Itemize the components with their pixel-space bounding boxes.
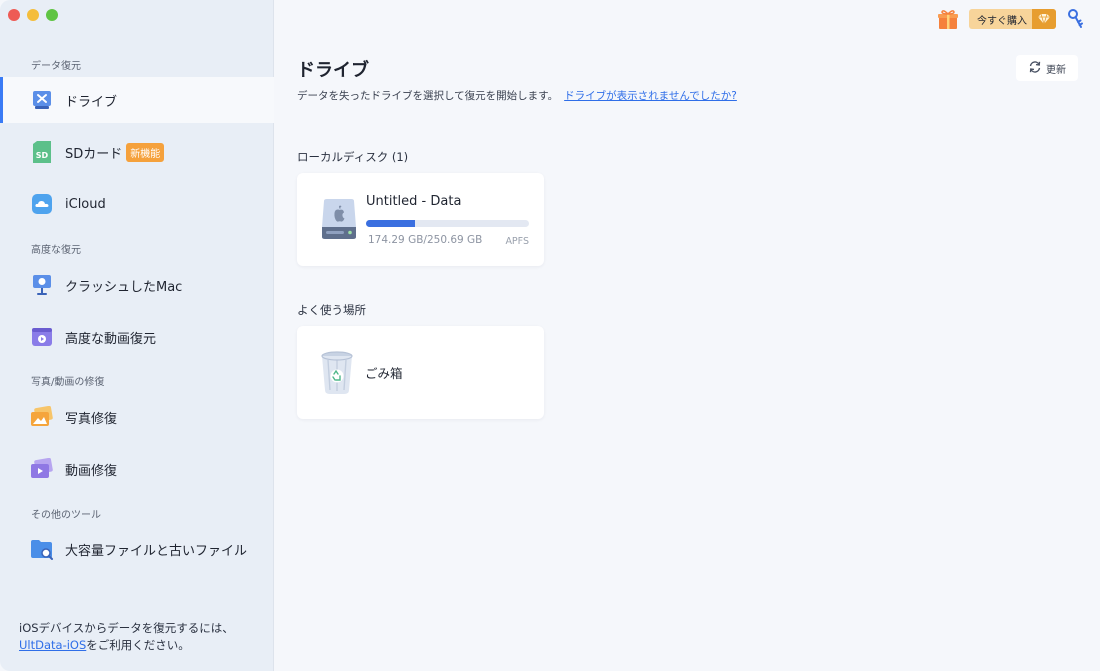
disk-size: 174.29 GB/250.69 GB: [368, 234, 483, 246]
refresh-label: 更新: [1046, 64, 1066, 76]
sidebar-item-photo-repair[interactable]: 写真修復: [0, 394, 274, 440]
section-title-repair: 写真/動画の修復: [31, 377, 105, 388]
disk-usage-bar: [366, 220, 529, 227]
sidebar-item-label: 大容量ファイルと古いファイル: [65, 543, 248, 559]
refresh-button[interactable]: 更新: [1016, 55, 1078, 81]
video-repair-icon: [30, 457, 54, 481]
section-title-other-tools: その他のツール: [31, 510, 101, 521]
ultdata-ios-link[interactable]: UltData-iOS: [19, 638, 86, 652]
sidebar-item-label: 写真修復: [65, 411, 118, 427]
sidebar-item-label: クラッシュしたMac: [65, 279, 183, 295]
footer-text-suffix: をご利用ください。: [86, 638, 190, 652]
drive-icon: [30, 88, 54, 112]
window-controls: [8, 9, 58, 21]
crashed-mac-icon: [30, 273, 54, 297]
sidebar-item-drive[interactable]: ドライブ: [0, 77, 274, 123]
disk-name: Untitled - Data: [366, 194, 462, 209]
video-recovery-icon: [30, 325, 54, 349]
refresh-icon: [1028, 60, 1042, 77]
sidebar: データ復元 ドライブ SD SDカード 新機能 iCloud 高度な復元 クラッ…: [0, 0, 274, 671]
local-disk-heading: ローカルディスク (1): [297, 150, 409, 164]
section-title-data-recovery: データ復元: [31, 61, 81, 72]
photo-repair-icon: [30, 405, 54, 429]
large-files-icon: [30, 537, 54, 561]
disk-filesystem: APFS: [505, 236, 529, 247]
trash-card[interactable]: ごみ箱: [297, 326, 544, 419]
footer-text: iOSデバイスからデータを復元するには、: [19, 621, 234, 635]
header-actions: 今すぐ購入: [937, 8, 1086, 30]
sidebar-item-crashed-mac[interactable]: クラッシュしたMac: [0, 262, 274, 308]
gift-icon[interactable]: [937, 8, 959, 30]
gem-icon: [1032, 9, 1056, 29]
new-feature-badge: 新機能: [126, 142, 165, 162]
sidebar-item-label: 動画修復: [65, 463, 118, 479]
sidebar-item-icloud[interactable]: iCloud: [0, 181, 274, 227]
maximize-window-button[interactable]: [46, 9, 58, 21]
buy-now-label: 今すぐ購入: [977, 15, 1027, 27]
svg-text:SD: SD: [36, 151, 49, 160]
sidebar-item-label: 高度な動画復元: [65, 331, 157, 347]
sidebar-footer-note: iOSデバイスからデータを復元するには、 UltData-iOSをご利用ください…: [19, 620, 259, 654]
drive-not-shown-link[interactable]: ドライブが表示されませんでしたか?: [564, 90, 737, 102]
disk-card-untitled-data[interactable]: Untitled - Data 174.29 GB/250.69 GB APFS: [297, 173, 544, 266]
sidebar-item-large-files[interactable]: 大容量ファイルと古いファイル: [0, 526, 274, 572]
disk-usage-fill: [366, 220, 415, 227]
trash-icon: [319, 350, 355, 396]
sidebar-item-label: SDカード: [65, 146, 123, 162]
main-panel: 今すぐ購入 ドライブ データを失ったドライブを選択して復元を開始します。 ドライブ…: [275, 0, 1100, 671]
app-window: データ復元 ドライブ SD SDカード 新機能 iCloud 高度な復元 クラッ…: [0, 0, 1100, 671]
buy-now-button[interactable]: 今すぐ購入: [969, 9, 1056, 29]
page-subtitle: データを失ったドライブを選択して復元を開始します。 ドライブが表示されませんでした…: [297, 88, 737, 103]
favorites-heading: よく使う場所: [297, 303, 366, 317]
key-icon[interactable]: [1066, 8, 1086, 30]
close-window-button[interactable]: [8, 9, 20, 21]
page-title: ドライブ: [297, 60, 369, 81]
hard-drive-icon: [318, 197, 360, 241]
sidebar-item-video-repair[interactable]: 動画修復: [0, 446, 274, 492]
sidebar-item-sd-card[interactable]: SD SDカード 新機能: [0, 129, 274, 175]
section-title-advanced-recovery: 高度な復元: [31, 245, 81, 256]
trash-label: ごみ箱: [365, 366, 403, 381]
sd-card-icon: SD: [30, 140, 54, 164]
minimize-window-button[interactable]: [27, 9, 39, 21]
sidebar-item-label: iCloud: [65, 196, 106, 212]
icloud-icon: [30, 192, 54, 216]
subtitle-text: データを失ったドライブを選択して復元を開始します。: [297, 90, 559, 102]
sidebar-item-label: ドライブ: [65, 94, 118, 110]
sidebar-item-advanced-video-recovery[interactable]: 高度な動画復元: [0, 314, 274, 360]
